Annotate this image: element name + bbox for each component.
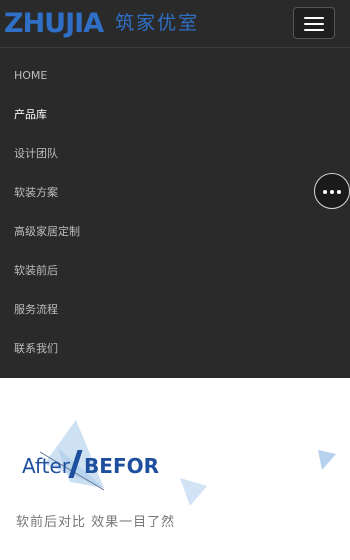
logo-latin-text: ZHUJIA (4, 7, 104, 39)
nav-menu: HOME 产品库 设计团队 软装方案 高级家居定制 软装前后 服务流程 联系我们 (0, 48, 350, 378)
more-dots-icon (323, 190, 327, 194)
title-before: BEFOR (84, 454, 160, 478)
hamburger-icon-bar (304, 29, 324, 31)
logo-chinese-text: 筑家优室 (115, 11, 200, 34)
hamburger-icon (304, 17, 324, 19)
header: ZHUJIA 筑家优室 (0, 0, 350, 48)
nav-item-home[interactable]: HOME (14, 69, 47, 83)
nav-item-service-process[interactable]: 服务流程 (14, 303, 58, 317)
section-subtitle: 软前后对比 效果一目了然 (16, 515, 176, 530)
nav-item-contact-us[interactable]: 联系我们 (14, 342, 58, 356)
nav-item-design-team[interactable]: 设计团队 (14, 147, 58, 161)
nav-item-before-after[interactable]: 软装前后 (14, 264, 58, 278)
menu-toggle-button[interactable] (293, 7, 335, 39)
more-dots-icon-dot (330, 190, 334, 194)
logo[interactable]: ZHUJIA 筑家优室 (4, 6, 199, 40)
deco-triangle-right (318, 450, 336, 470)
hamburger-icon-bar (304, 23, 324, 25)
before-after-section: After BEFOR 软前后对比 效果一目了然 (0, 378, 350, 560)
nav-item-product-library[interactable]: 产品库 (14, 108, 47, 122)
title-after: After (22, 454, 71, 478)
after-before-title: After BEFOR (22, 454, 159, 478)
nav-item-custom-furniture[interactable]: 高级家居定制 (14, 225, 80, 239)
deco-triangle-small (180, 478, 207, 506)
more-options-button[interactable] (314, 173, 350, 209)
more-dots-icon-dot (337, 190, 341, 194)
nav-item-soft-decoration-plan[interactable]: 软装方案 (14, 186, 58, 200)
